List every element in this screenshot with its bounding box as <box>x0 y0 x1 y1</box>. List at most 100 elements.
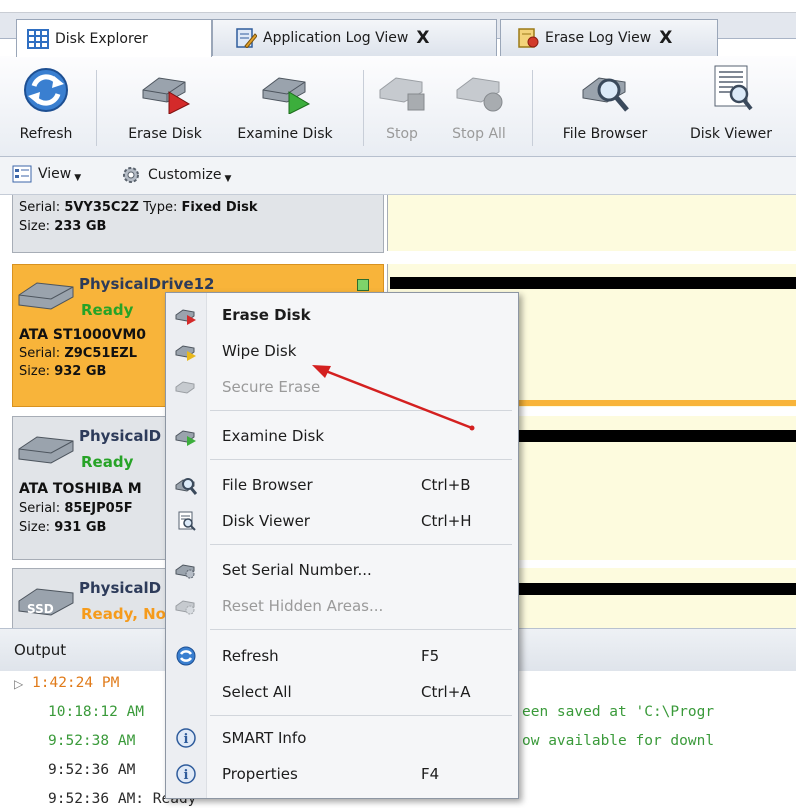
log-line: 9:52:36 AM <box>48 762 136 778</box>
status-led <box>357 279 369 291</box>
partition-strip <box>390 277 796 289</box>
disk-status: Ready, No <box>81 605 166 623</box>
disk-name: PhysicalDrive12 <box>79 275 215 293</box>
disk-serial-line: Serial: 85EJP05F <box>19 501 133 516</box>
view-list-icon <box>12 165 32 183</box>
menu-item-erase-disk[interactable]: Erase Disk <box>166 298 518 332</box>
disk-size-line: Size: 931 GB <box>19 520 107 535</box>
refresh-button[interactable]: Refresh <box>14 62 78 152</box>
ribbon-label: Stop <box>386 126 418 142</box>
hard-drive-icon <box>18 282 74 310</box>
view-dropdown[interactable]: View ▼ <box>12 165 81 183</box>
examine-disk-icon <box>175 430 196 446</box>
disk-serial-line: Serial: Z9C51EZL <box>19 346 138 361</box>
gear-icon <box>123 167 139 183</box>
ribbon-label: Stop All <box>452 126 506 142</box>
menu-separator <box>210 544 512 545</box>
customize-dropdown[interactable]: Customize ▼ <box>120 165 231 185</box>
menu-item-set-serial[interactable]: Set Serial Number... <box>166 553 518 587</box>
log-line: 9:52:38 AM <box>48 733 136 749</box>
chevron-down-icon: ▼ <box>74 173 82 183</box>
stop-all-icon <box>456 77 503 112</box>
erase-log-icon <box>518 28 539 48</box>
menu-separator <box>210 459 512 460</box>
disk-viewer-button[interactable]: Disk Viewer <box>675 62 787 152</box>
log-edit-icon <box>236 28 257 48</box>
erase-disk-icon <box>175 309 196 325</box>
file-browser-button[interactable]: File Browser <box>545 62 665 152</box>
menu-item-secure-erase[interactable]: Secure Erase <box>166 370 518 404</box>
examine-disk-button[interactable]: Examine Disk <box>225 62 345 152</box>
menu-item-examine-disk[interactable]: Examine Disk <box>166 419 518 453</box>
tab-erase-log[interactable]: Erase Log View X <box>500 19 718 56</box>
output-title: Output <box>14 641 67 659</box>
disk-size-line: Size: 932 GB <box>19 364 107 379</box>
disk-name: PhysicalD <box>79 579 162 597</box>
disk-model: ATA ST1000VM0 <box>19 327 147 343</box>
ribbon-label: Disk Viewer <box>689 126 773 142</box>
expand-icon[interactable]: ▷ <box>14 677 23 691</box>
disk-status: Ready <box>81 301 134 319</box>
disk-size-line: Size: 233 GB <box>19 219 107 234</box>
refresh-icon <box>24 68 68 112</box>
menu-separator <box>210 410 512 411</box>
file-browser-icon <box>175 478 197 495</box>
examine-disk-icon <box>262 77 311 114</box>
menu-item-select-all[interactable]: Select All Ctrl+A <box>166 675 518 709</box>
menu-item-disk-viewer[interactable]: Disk Viewer Ctrl+H <box>166 504 518 538</box>
log-line: 10:18:12 AM <box>48 704 145 720</box>
log-line-tail: ow available for downl <box>522 733 715 749</box>
secure-erase-icon <box>175 381 195 394</box>
disk-name: PhysicalD <box>79 427 162 445</box>
ribbon-label: Examine Disk <box>237 126 333 142</box>
log-line-tail: een saved at 'C:\Progr <box>522 704 715 720</box>
menu-separator <box>210 629 512 630</box>
customize-label: Customize <box>148 167 222 183</box>
stop-icon <box>379 77 425 111</box>
hard-drive-icon <box>18 436 74 464</box>
tab-label: Application Log View <box>263 30 409 46</box>
reset-hidden-icon <box>175 600 195 615</box>
tab-label: Erase Log View <box>545 30 652 46</box>
menu-item-wipe-disk[interactable]: Wipe Disk <box>166 334 518 368</box>
file-browser-icon <box>582 77 629 112</box>
disk-serial-line: Serial: 5VY35C2Z Type: Fixed Disk <box>19 200 258 215</box>
refresh-icon <box>176 646 196 666</box>
close-icon[interactable]: X <box>416 28 429 48</box>
set-serial-icon <box>175 564 195 579</box>
menu-item-reset-hidden-areas[interactable]: Reset Hidden Areas... <box>166 589 518 623</box>
view-toolbar: View ▼ Customize ▼ <box>0 157 796 195</box>
menu-item-properties-wrap <box>166 728 516 762</box>
disk-partition-bar <box>387 195 796 251</box>
tab-label: Disk Explorer <box>55 30 148 47</box>
ribbon-separator <box>363 70 364 146</box>
menu-item-refresh[interactable]: Refresh F5 <box>166 639 518 673</box>
erase-disk-button[interactable]: Erase Disk <box>115 62 215 152</box>
disk-status: Ready <box>81 453 134 471</box>
ribbon-label: Erase Disk <box>128 126 202 142</box>
stop-all-button[interactable]: Stop All <box>440 62 518 152</box>
disk-card[interactable]: Serial: 5VY35C2Z Type: Fixed Disk Size: … <box>12 195 384 253</box>
wipe-disk-icon <box>175 345 196 361</box>
ribbon-label: File Browser <box>562 126 648 142</box>
erase-disk-icon <box>142 77 191 114</box>
title-strip <box>0 0 796 13</box>
log-line: 1:42:24 PM <box>32 675 120 691</box>
tab-disk-explorer[interactable]: Disk Explorer <box>16 19 212 57</box>
disk-viewer-icon <box>178 511 196 531</box>
menu-item-file-browser[interactable]: File Browser Ctrl+B <box>166 468 518 502</box>
disk-model: ATA TOSHIBA M <box>19 481 142 497</box>
svg-text:i: i <box>184 768 189 783</box>
ribbon-label: Refresh <box>19 126 73 142</box>
context-menu: Erase Disk Wipe Disk Secure Erase Examin… <box>165 292 519 799</box>
disk-viewer-icon <box>714 65 753 111</box>
view-label: View <box>38 166 72 182</box>
ssd-badge: SSD <box>27 602 54 616</box>
grid-icon <box>27 28 49 49</box>
ribbon-separator <box>532 70 533 146</box>
stop-button[interactable]: Stop <box>372 62 432 152</box>
chevron-down-icon: ▼ <box>224 174 232 184</box>
ribbon-toolbar: Refresh Erase Disk Examine Disk Stop Sto… <box>0 56 796 157</box>
tab-application-log[interactable]: Application Log View X <box>212 19 497 56</box>
close-icon[interactable]: X <box>659 28 672 48</box>
